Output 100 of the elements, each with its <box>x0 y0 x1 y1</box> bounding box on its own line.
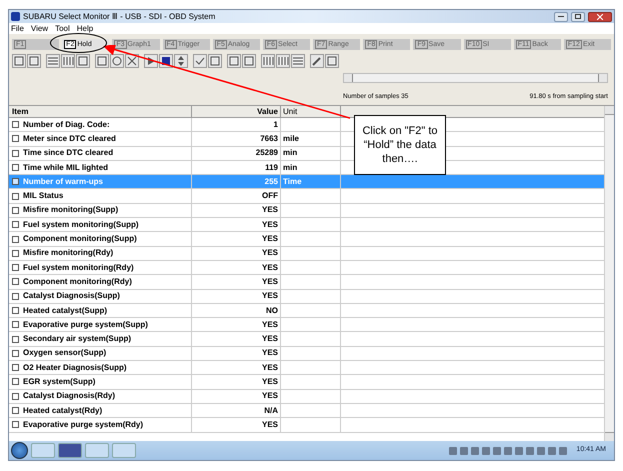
checkbox[interactable] <box>12 421 19 428</box>
table-row[interactable]: Catalyst Diagnosis(Rdy) YES <box>9 390 341 403</box>
toolbar-button[interactable] <box>310 54 324 68</box>
check-icon <box>194 55 206 67</box>
checkbox[interactable] <box>12 350 19 357</box>
item-name: Heated catalyst(Supp) <box>23 304 108 316</box>
start-button[interactable] <box>11 442 28 459</box>
checkbox[interactable] <box>12 336 19 343</box>
toolbar-button[interactable] <box>125 54 139 68</box>
checkbox[interactable] <box>12 407 19 414</box>
toolbar-button[interactable] <box>61 54 75 68</box>
item-name: Number of Diag. Code: <box>23 118 110 131</box>
checkbox[interactable] <box>12 178 19 186</box>
checkbox[interactable] <box>12 292 19 300</box>
column-header[interactable]: Value <box>192 106 281 117</box>
checkbox[interactable] <box>12 236 19 243</box>
toolbar-button[interactable] <box>174 54 188 68</box>
table-row[interactable]: Oxygen sensor(Supp) YES <box>9 346 341 360</box>
table-row[interactable]: Time since DTC cleared 25289 min <box>9 146 341 160</box>
value-cell: 7663 <box>192 132 281 146</box>
item-name: EGR system(Supp) <box>23 376 96 388</box>
window-title: SUBARU Select Monitor Ⅲ - USB - SDI - OBD System <box>23 12 216 20</box>
checkbox[interactable] <box>12 378 19 386</box>
table-row[interactable]: Component monitoring(Supp) YES <box>9 232 341 246</box>
toolbar-button[interactable] <box>291 54 305 68</box>
menu-item[interactable]: View <box>30 24 48 32</box>
column-header[interactable]: Item <box>9 106 192 117</box>
close-button[interactable] <box>588 12 612 22</box>
grid-icon <box>28 55 40 67</box>
app-icon <box>11 12 20 21</box>
toolbar-button[interactable] <box>95 54 109 68</box>
table-row[interactable]: Fuel system monitoring(Rdy) YES <box>9 260 341 274</box>
table-row[interactable]: Misfire monitoring(Supp) YES <box>9 204 341 218</box>
vertical-scrollbar[interactable] <box>604 106 614 441</box>
updown-icon <box>175 55 187 67</box>
item-name: Catalyst Diagnosis(Supp) <box>23 290 120 302</box>
table-row[interactable]: Catalyst Diagnosis(Supp) YES <box>9 290 341 303</box>
item-name: Meter since DTC cleared <box>23 132 116 145</box>
checkbox[interactable] <box>12 221 19 228</box>
checkbox[interactable] <box>12 192 19 200</box>
checkbox[interactable] <box>12 264 19 272</box>
checkbox[interactable] <box>12 164 19 172</box>
table-row[interactable]: Secondary air system(Supp) YES <box>9 332 341 346</box>
value-cell: NO <box>192 304 281 318</box>
toolbar-button[interactable] <box>12 54 26 68</box>
checkbox[interactable] <box>12 250 19 257</box>
bars-icon <box>62 55 74 67</box>
taskbar-app-icon[interactable] <box>58 443 82 458</box>
checkbox[interactable] <box>12 150 19 157</box>
table-row[interactable]: Component monitoring(Rdy) YES <box>9 275 341 289</box>
minimize-button[interactable] <box>554 12 568 22</box>
table-row[interactable]: Meter since DTC cleared 7663 mile <box>9 132 341 146</box>
table-row[interactable]: Evaporative purge system(Supp) YES <box>9 318 341 332</box>
checkbox[interactable] <box>12 364 19 372</box>
checkbox[interactable] <box>12 135 19 142</box>
table-row[interactable]: Misfire monitoring(Rdy) YES <box>9 246 341 260</box>
table-row[interactable]: O2 Heater Diagnosis(Supp) YES <box>9 361 341 374</box>
table-row[interactable]: Heated catalyst(Rdy) N/A <box>9 404 341 418</box>
item-name: Fuel system monitoring(Supp) <box>23 218 139 231</box>
item-name: Evaporative purge system(Supp) <box>23 318 148 331</box>
table-row[interactable]: MIL Status OFF <box>9 189 341 203</box>
x-icon <box>126 55 138 67</box>
table-row[interactable]: Fuel system monitoring(Supp) YES <box>9 218 341 232</box>
table-row[interactable]: Evaporative purge system(Rdy) YES <box>9 418 341 432</box>
checkbox[interactable] <box>12 278 19 286</box>
menu-item[interactable]: Help <box>76 24 94 32</box>
value-cell: YES <box>192 204 281 218</box>
menu-item[interactable]: File <box>11 24 24 32</box>
value-cell: 255 <box>192 175 281 188</box>
table-row[interactable]: Time while MIL lighted 119 min <box>9 160 341 174</box>
value-cell: N/A <box>192 404 281 418</box>
value-cell: YES <box>192 260 281 274</box>
item-name: Heated catalyst(Rdy) <box>23 404 102 417</box>
wrench-icon <box>311 55 323 67</box>
checkbox[interactable] <box>12 121 19 128</box>
table-row[interactable]: Heated catalyst(Supp) NO <box>9 304 341 318</box>
toolbar-button[interactable] <box>46 54 60 68</box>
maximize-button[interactable] <box>571 12 585 22</box>
toolbar-button[interactable] <box>27 54 41 68</box>
value-cell: YES <box>192 275 281 289</box>
grid-icon <box>13 55 25 67</box>
toolbar-button[interactable] <box>261 54 275 68</box>
annotation-ellipse <box>50 33 107 53</box>
scrollbar[interactable] <box>343 73 608 83</box>
value-cell: YES <box>192 232 281 246</box>
item-name: Number of warm-ups <box>23 176 104 188</box>
toolbar-button[interactable] <box>110 54 124 68</box>
value-cell: YES <box>192 332 281 346</box>
toolbar-button[interactable] <box>276 54 290 68</box>
table-row[interactable]: Number of Diag. Code: 1 <box>9 118 341 132</box>
menu-item[interactable]: Tool <box>55 24 70 32</box>
toolbar-button[interactable] <box>193 54 207 68</box>
checkbox[interactable] <box>12 392 19 400</box>
checkbox[interactable] <box>12 206 19 214</box>
item-name: Catalyst Diagnosis(Rdy) <box>23 390 116 402</box>
checkbox[interactable] <box>12 321 19 328</box>
column-header[interactable]: Unit <box>281 106 341 117</box>
table-row[interactable]: EGR system(Supp) YES <box>9 375 341 389</box>
close-icon <box>597 14 603 20</box>
checkbox[interactable] <box>12 307 19 314</box>
